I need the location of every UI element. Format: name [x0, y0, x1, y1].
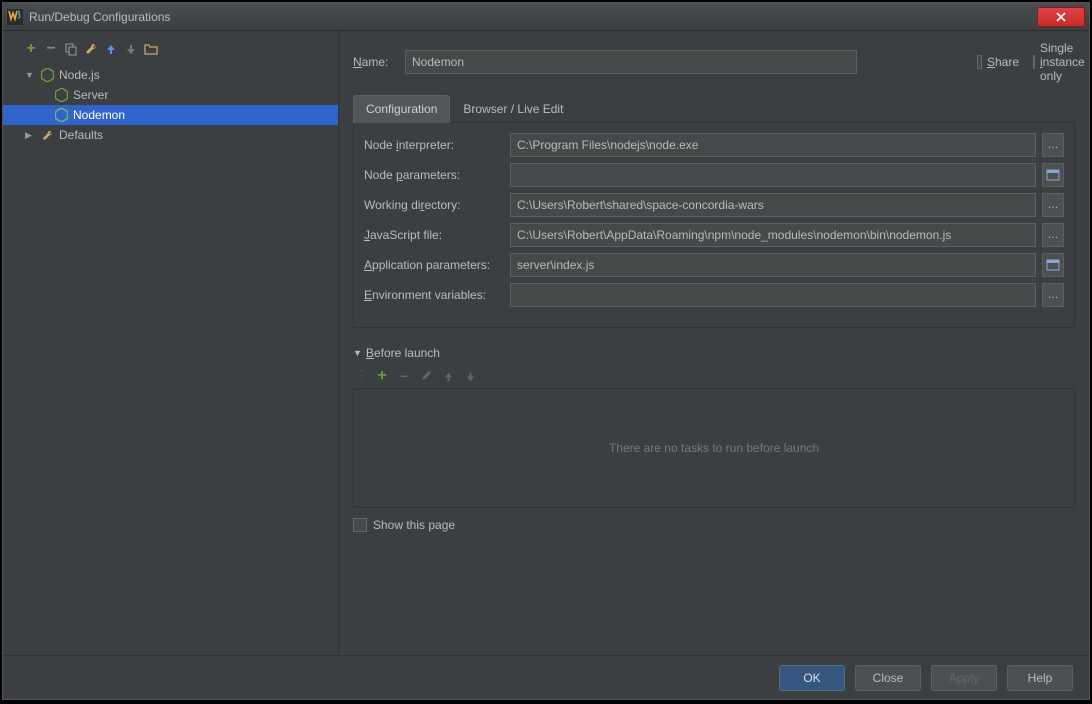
- node-interpreter-label: Node interpreter:: [364, 138, 504, 152]
- tree-node-server[interactable]: Server: [3, 85, 338, 105]
- folder-button[interactable]: [143, 41, 159, 57]
- config-toolbar: + −: [3, 37, 338, 65]
- move-task-up-button[interactable]: [440, 368, 456, 384]
- configuration-form: Node interpreter: … Node parameters: Wor…: [353, 123, 1075, 328]
- dialog-window: Run/Debug Configurations + −: [2, 2, 1090, 700]
- before-launch-header[interactable]: ▼ Before launch: [353, 346, 1075, 360]
- config-tree: ▼ Node.js Server Nodemon: [3, 65, 338, 655]
- name-row: Name: Share Single instance only: [353, 41, 1075, 83]
- environment-variables-input[interactable]: [510, 283, 1036, 307]
- node-parameters-input[interactable]: [510, 163, 1036, 187]
- edit-env-vars-button[interactable]: …: [1042, 283, 1064, 307]
- show-this-page-box[interactable]: [353, 518, 367, 532]
- share-checkbox[interactable]: Share: [977, 55, 1019, 69]
- before-launch-title: Before launch: [366, 346, 440, 360]
- tree-label: Nodemon: [73, 108, 125, 122]
- browse-working-dir-button[interactable]: …: [1042, 193, 1064, 217]
- nodejs-icon: [53, 108, 69, 122]
- expand-arrow-icon: ▼: [25, 70, 39, 80]
- collapse-arrow-icon: ▶: [25, 130, 39, 141]
- apply-button[interactable]: Apply: [931, 665, 997, 691]
- move-up-button[interactable]: [103, 41, 119, 57]
- edit-task-button[interactable]: [418, 368, 434, 384]
- expand-node-params-button[interactable]: [1042, 163, 1064, 187]
- single-instance-checkbox[interactable]: Single instance only: [1033, 41, 1075, 83]
- tree-label: Defaults: [59, 128, 103, 142]
- help-button[interactable]: Help: [1007, 665, 1073, 691]
- single-instance-label: Single instance only: [1040, 41, 1085, 83]
- tree-node-defaults[interactable]: ▶ Defaults: [3, 125, 338, 145]
- share-checkbox-box[interactable]: [977, 55, 982, 69]
- application-parameters-label: Application parameters:: [364, 258, 504, 272]
- move-down-button[interactable]: [123, 41, 139, 57]
- working-directory-label: Working directory:: [364, 198, 504, 212]
- ok-button[interactable]: OK: [779, 665, 845, 691]
- javascript-file-input[interactable]: [510, 223, 1036, 247]
- expand-app-params-button[interactable]: [1042, 253, 1064, 277]
- copy-config-button[interactable]: [63, 41, 79, 57]
- dialog-footer: OK Close Apply Help: [3, 655, 1089, 699]
- nodejs-icon: [53, 88, 69, 102]
- tab-configuration[interactable]: Configuration: [353, 95, 450, 123]
- wrench-icon: [39, 128, 55, 142]
- show-this-page-checkbox[interactable]: Show this page: [353, 518, 1075, 532]
- before-launch-tasks-list: There are no tasks to run before launch: [353, 388, 1075, 508]
- tree-label: Node.js: [59, 68, 100, 82]
- dialog-content: + − ▼: [3, 31, 1089, 655]
- tab-bar: Configuration Browser / Live Edit: [353, 95, 1075, 123]
- remove-task-button[interactable]: −: [396, 368, 412, 384]
- tree-node-nodejs[interactable]: ▼ Node.js: [3, 65, 338, 85]
- name-input[interactable]: [405, 50, 857, 74]
- before-launch-toolbar: ⋮ + −: [353, 364, 1075, 388]
- share-label: Share: [987, 55, 1019, 69]
- move-task-down-button[interactable]: [462, 368, 478, 384]
- window-title: Run/Debug Configurations: [29, 10, 170, 24]
- environment-variables-label: Environment variables:: [364, 288, 504, 302]
- nodejs-icon: [39, 68, 55, 82]
- before-launch-section: ▼ Before launch ⋮ + −: [353, 346, 1075, 508]
- show-this-page-label: Show this page: [373, 518, 455, 532]
- add-task-button[interactable]: +: [374, 368, 390, 384]
- tab-browser-live-edit[interactable]: Browser / Live Edit: [450, 95, 576, 122]
- javascript-file-label: JavaScript file:: [364, 228, 504, 242]
- titlebar: Run/Debug Configurations: [3, 3, 1089, 31]
- collapse-arrow-icon: ▼: [353, 348, 362, 358]
- node-parameters-label: Node parameters:: [364, 168, 504, 182]
- add-config-button[interactable]: +: [23, 41, 39, 57]
- browse-interpreter-button[interactable]: …: [1042, 133, 1064, 157]
- node-interpreter-input[interactable]: [510, 133, 1036, 157]
- single-instance-checkbox-box[interactable]: [1033, 55, 1035, 69]
- tree-node-nodemon[interactable]: Nodemon: [3, 105, 338, 125]
- configurations-panel: + − ▼: [3, 31, 339, 655]
- config-editor-panel: Name: Share Single instance only Configu…: [339, 31, 1089, 655]
- remove-config-button[interactable]: −: [43, 41, 59, 57]
- webstorm-icon: [7, 9, 23, 25]
- empty-tasks-text: There are no tasks to run before launch: [609, 441, 819, 455]
- tree-label: Server: [73, 88, 108, 102]
- working-directory-input[interactable]: [510, 193, 1036, 217]
- browse-js-file-button[interactable]: …: [1042, 223, 1064, 247]
- window-close-button[interactable]: [1037, 7, 1085, 27]
- edit-defaults-button[interactable]: [83, 41, 99, 57]
- grip-icon: ⋮: [355, 368, 368, 384]
- close-button[interactable]: Close: [855, 665, 921, 691]
- application-parameters-input[interactable]: [510, 253, 1036, 277]
- name-label: Name:: [353, 55, 395, 69]
